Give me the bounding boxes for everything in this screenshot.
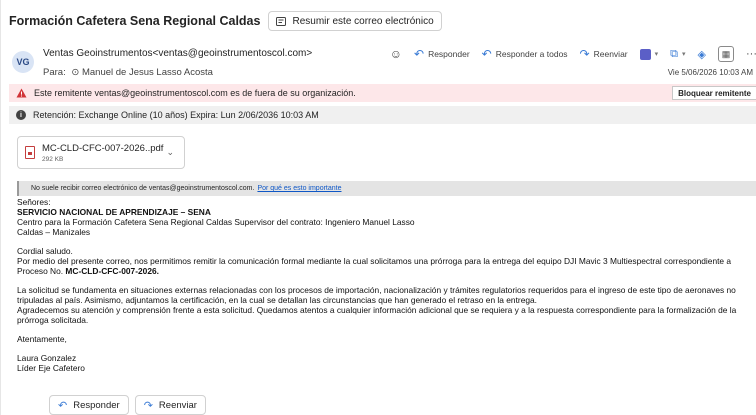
sender-avatar[interactable]: VG: [12, 51, 34, 73]
retention-text: Retención: Exchange Online (10 años) Exp…: [33, 110, 319, 120]
recipient-center: Centro para la Formación Cafetera Sena R…: [17, 217, 415, 227]
chevron-down-icon: ▾: [682, 51, 686, 58]
message-date: Vie 5/06/2026 10:03 AM: [667, 68, 753, 77]
reply-label: Responder: [428, 49, 470, 59]
email-body: Señores: SERVICIO NACIONAL DE APRENDIZAJ…: [17, 197, 756, 373]
move-button[interactable]: ⧉ ▾: [670, 48, 685, 61]
chevron-down-icon: ▾: [654, 51, 659, 58]
first-contact-notice: No suele recibir correo electrónico de v…: [17, 181, 756, 196]
signature-title: Líder Eje Cafetero: [17, 363, 85, 373]
signature-name: Laura Gonzalez: [17, 353, 77, 363]
notice-text: No suele recibir correo electrónico de v…: [31, 185, 255, 192]
email-reading-pane: Formación Cafetera Sena Regional Caldas …: [0, 0, 756, 415]
paragraph-2-line-1: La solicitud se fundamenta en situacione…: [17, 285, 736, 295]
pdf-file-icon: [25, 146, 35, 159]
chevron-down-icon[interactable]: ⌄: [166, 147, 174, 158]
attachment-name: MC-CLD-CFC-007-2026..pdf: [42, 143, 164, 154]
salutation: Señores:: [17, 197, 51, 207]
warning-icon: [16, 88, 27, 98]
recipient-org: SERVICIO NACIONAL DE APRENDIZAJE – SENA: [17, 207, 211, 217]
forward-button[interactable]: ↷ Reenviar: [580, 48, 628, 60]
paragraph-1-line-2: Proceso No. MC-CLD-CFC-007-2026.: [17, 266, 756, 276]
summarize-label: Resumir este correo electrónico: [292, 15, 434, 27]
forward-icon: ↷: [143, 399, 153, 412]
why-important-link[interactable]: Por qué es esto importante: [257, 185, 341, 192]
quick-reply-bar: ↶ Responder ↷ Reenviar: [49, 395, 206, 415]
reply-icon: ↶: [58, 399, 68, 412]
external-sender-warning: Este remitente ventas@geoinstrumentoscol…: [9, 84, 756, 102]
reply-icon: ↶: [414, 47, 425, 61]
teams-share-button[interactable]: ▾: [639, 48, 659, 60]
warning-text: Este remitente ventas@geoinstrumentoscol…: [34, 88, 356, 98]
paragraph-2-line-3: Agradecemos su atención y comprensión fr…: [17, 305, 737, 315]
summarize-button[interactable]: Resumir este correo electrónico: [268, 11, 442, 31]
to-prefix: Para:: [43, 67, 66, 78]
reply-button[interactable]: ↶ Responder: [414, 48, 470, 60]
attachment-card[interactable]: MC-CLD-CFC-007-2026..pdf 292 KB ⌄: [17, 136, 185, 169]
sender[interactable]: Ventas Geoinstrumentos<ventas@geoinstrum…: [43, 48, 312, 59]
paragraph-2-line-2: tripuladas al país. Asimismo, adjuntamos…: [17, 295, 538, 305]
email-subject: Formación Cafetera Sena Regional Caldas: [9, 14, 261, 28]
block-sender-button[interactable]: Bloquear remitente: [672, 86, 756, 100]
greeting: Cordial saludo.: [17, 246, 73, 256]
retention-bar: i Retención: Exchange Online (10 años) E…: [9, 106, 756, 124]
reply-all-button[interactable]: ↶ Responder a todos: [482, 48, 568, 60]
recipients: Para: ⊙ Manuel de Jesus Lasso Acosta: [43, 67, 213, 78]
move-icon: ⧉: [670, 47, 679, 60]
reply-all-label: Responder a todos: [495, 49, 568, 59]
attachment-size: 292 KB: [42, 156, 64, 163]
paragraph-2-line-4: prórroga solicitada.: [17, 315, 89, 325]
recipient-city: Caldas – Manizales: [17, 227, 91, 237]
teams-icon: [639, 48, 651, 60]
forward-icon: ↷: [579, 47, 590, 61]
process-prefix: Proceso No.: [17, 266, 64, 276]
process-number: MC-CLD-CFC-007-2026.: [65, 266, 159, 276]
apps-button[interactable]: ◈: [698, 48, 706, 61]
bottom-forward-button[interactable]: ↷ Reenviar: [134, 395, 206, 415]
closing: Atentamente,: [17, 334, 67, 344]
bottom-reply-label: Responder: [73, 399, 120, 411]
paragraph-1-line-1: Por medio del presente correo, nos permi…: [17, 256, 732, 266]
message-header: VG Ventas Geoinstrumentos<ventas@geoinst…: [9, 40, 756, 82]
forward-label: Reenviar: [593, 49, 628, 59]
recipient-icon: ⊙: [71, 67, 80, 78]
apps-icon: ◈: [697, 48, 706, 61]
summarize-icon: [276, 16, 287, 26]
bottom-forward-label: Reenviar: [158, 399, 197, 411]
bottom-reply-button[interactable]: ↶ Responder: [49, 395, 129, 415]
grid-view-icon[interactable]: ▦: [718, 46, 734, 62]
emoji-reaction-button[interactable]: ☺: [390, 47, 402, 61]
more-options-icon[interactable]: ···: [746, 48, 756, 60]
message-actions: ☺ ↶ Responder ↶ Responder a todos ↷ Reen…: [390, 46, 756, 62]
info-icon: i: [16, 110, 26, 120]
subject-bar: Formación Cafetera Sena Regional Caldas …: [9, 8, 442, 34]
recipient-name[interactable]: Manuel de Jesus Lasso Acosta: [82, 67, 213, 78]
reply-all-icon: ↶: [481, 47, 492, 61]
emoji-icon: ☺: [389, 47, 402, 61]
